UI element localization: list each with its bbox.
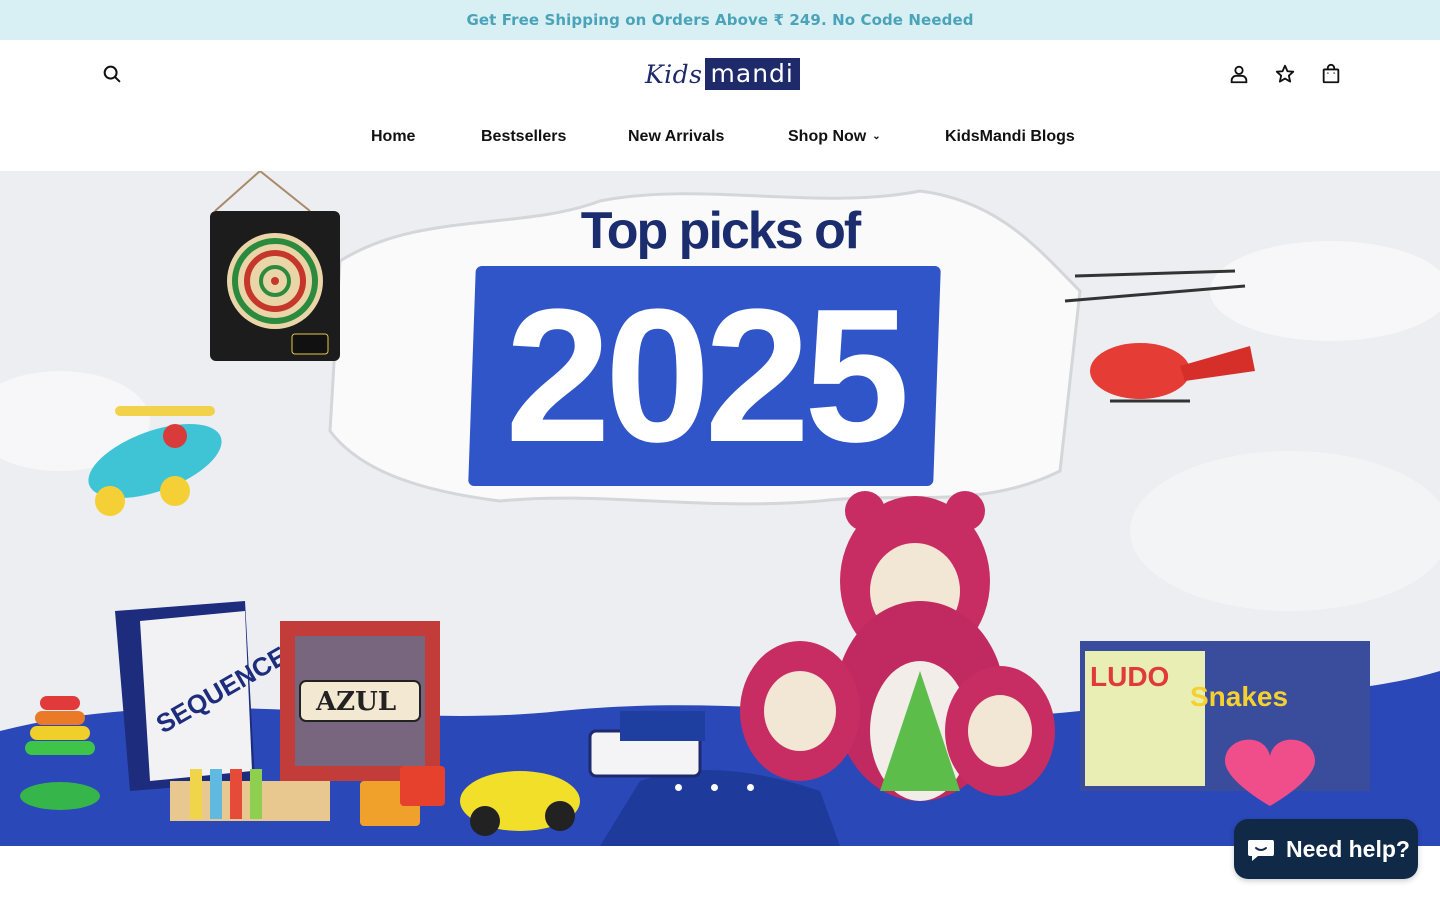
site-logo[interactable]: Kids mandi bbox=[645, 56, 800, 92]
chat-label: Need help? bbox=[1286, 835, 1410, 862]
chevron-down-icon: ⌄ bbox=[872, 131, 881, 143]
nav-new-arrivals-label: New Arrivals bbox=[628, 128, 725, 145]
nav-home-label: Home bbox=[371, 128, 416, 145]
slider-dot-3[interactable] bbox=[744, 781, 756, 793]
announcement-text: Get Free Shipping on Orders Above ₹ 249.… bbox=[466, 11, 974, 29]
wishlist-button[interactable] bbox=[1271, 60, 1299, 88]
nav-blogs-label: KidsMandi Blogs bbox=[945, 128, 1075, 145]
logo-kids: Kids bbox=[645, 59, 703, 89]
svg-text:AZUL: AZUL bbox=[315, 687, 396, 717]
star-icon bbox=[1275, 64, 1295, 83]
slider-pagination bbox=[672, 781, 756, 797]
user-icon bbox=[1230, 65, 1248, 84]
search-button[interactable] bbox=[98, 60, 126, 88]
nav-bestsellers[interactable]: Bestsellers bbox=[481, 128, 566, 146]
slider-dot-2[interactable] bbox=[708, 781, 720, 793]
site-header: Kids mandi Home Bestsellers New Arrivals… bbox=[0, 40, 1440, 171]
nav-shop-now-label: Shop Now bbox=[788, 128, 867, 145]
chat-bubble-icon bbox=[1248, 840, 1274, 861]
svg-text:LUDO: LUDO bbox=[1090, 661, 1169, 692]
hero-banner[interactable]: SEQUENCE AZUL LUDO Snakes Top picks of 2… bbox=[0, 171, 1440, 846]
announcement-bar: Get Free Shipping on Orders Above ₹ 249.… bbox=[0, 0, 1440, 40]
cart-button[interactable] bbox=[1317, 60, 1345, 88]
svg-text:Snakes: Snakes bbox=[1190, 681, 1288, 712]
nav-new-arrivals[interactable]: New Arrivals bbox=[628, 128, 724, 146]
slider-dot-1[interactable] bbox=[672, 781, 684, 793]
bag-icon bbox=[1322, 63, 1340, 84]
search-icon bbox=[103, 65, 121, 83]
nav-blogs[interactable]: KidsMandi Blogs bbox=[945, 128, 1075, 146]
hero-year: 2025 bbox=[505, 270, 910, 482]
hero-headline: Top picks of bbox=[580, 202, 861, 260]
main-nav: Home Bestsellers New Arrivals Shop Now ⌄ … bbox=[0, 128, 1440, 150]
logo-mandi: mandi bbox=[704, 58, 800, 90]
nav-shop-now[interactable]: Shop Now ⌄ bbox=[788, 128, 881, 146]
nav-bestsellers-label: Bestsellers bbox=[481, 128, 567, 145]
nav-home[interactable]: Home bbox=[371, 128, 415, 146]
chat-help-button[interactable]: Need help? bbox=[1234, 819, 1418, 879]
account-button[interactable] bbox=[1225, 60, 1253, 88]
